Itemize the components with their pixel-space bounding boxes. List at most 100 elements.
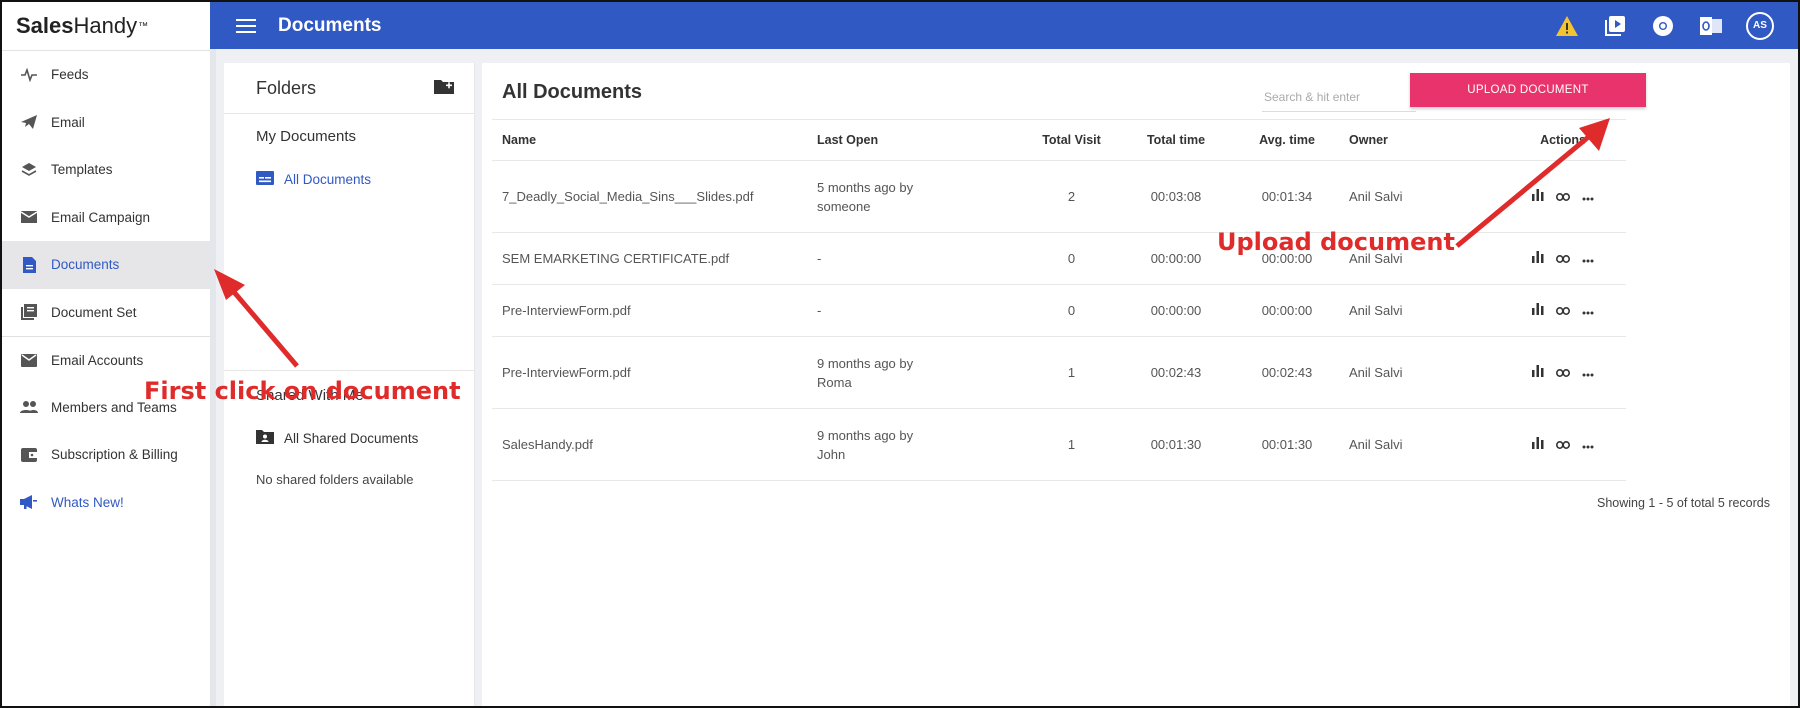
more-options-icon[interactable] [1582, 249, 1594, 268]
column-header-avg-time[interactable]: Avg. time [1237, 119, 1337, 161]
doc-avg-time: 00:01:30 [1237, 408, 1337, 481]
brand-light: Handy [73, 13, 138, 38]
hamburger-menu-icon[interactable] [236, 15, 258, 37]
doc-owner: Anil Salvi [1337, 408, 1500, 481]
page-title: Documents [278, 14, 382, 36]
sidebar: Sales Handy ™ Feeds Email Templates Email … [2, 2, 216, 706]
documents-header: All Documents UPLOAD DOCUMENT [482, 63, 1790, 119]
doc-last-open: 9 months ago by John [816, 408, 1028, 481]
sidebar-item-subscription[interactable]: Subscription & Billing [2, 431, 210, 479]
table-row[interactable]: SEM EMARKETING CERTIFICATE.pdf - 0 00:00… [492, 232, 1626, 285]
sidebar-item-templates[interactable]: Templates [2, 146, 210, 194]
sidebar-item-email[interactable]: Email [2, 99, 210, 147]
sidebar-item-documents[interactable]: Documents [2, 241, 210, 289]
annotation-upload: Upload document [1217, 228, 1455, 256]
send-icon [20, 113, 38, 131]
analytics-icon[interactable] [1532, 187, 1544, 206]
table-row[interactable]: Pre-InterviewForm.pdf - 0 00:00:00 00:00… [492, 284, 1626, 337]
doc-last-open: 9 months ago by Roma [816, 336, 1028, 409]
sidebar-item-label: Email [51, 114, 85, 130]
analytics-icon[interactable] [1532, 249, 1544, 268]
analytics-icon[interactable] [1532, 435, 1544, 454]
doc-total-time: 00:00:00 [1115, 284, 1237, 337]
doc-total-visit: 0 [1028, 232, 1115, 285]
doc-total-time: 00:03:08 [1115, 160, 1237, 233]
avatar[interactable]: AS [1746, 11, 1774, 40]
brand-logo[interactable]: Sales Handy ™ [2, 2, 210, 51]
table-header-row: Name Last Open Total Visit Total time Av… [492, 119, 1626, 161]
doc-avg-time: 00:02:43 [1237, 336, 1337, 409]
folder-label: All Documents [284, 171, 372, 187]
doc-total-visit: 2 [1028, 160, 1115, 233]
table-row[interactable]: Pre-InterviewForm.pdf 9 months ago by Rom… [492, 336, 1626, 409]
outlook-icon[interactable] [1698, 13, 1724, 39]
column-header-actions: Actions [1500, 119, 1626, 161]
analytics-icon[interactable] [1532, 363, 1544, 382]
mail-icon [20, 351, 38, 369]
divider [224, 370, 474, 371]
doc-name[interactable]: SalesHandy.pdf [492, 408, 816, 481]
link-icon[interactable] [1556, 187, 1570, 206]
folder-all-shared[interactable]: All Shared Documents [224, 417, 474, 459]
table-row[interactable]: SalesHandy.pdf 9 months ago by John 1 00:… [492, 408, 1626, 481]
link-icon[interactable] [1556, 249, 1570, 268]
top-icons: AS [1554, 2, 1774, 49]
column-header-total-visit[interactable]: Total Visit [1028, 119, 1115, 161]
new-folder-icon[interactable] [434, 78, 454, 99]
more-options-icon[interactable] [1582, 363, 1594, 382]
doc-total-time: 00:01:30 [1115, 408, 1237, 481]
sidebar-item-feeds[interactable]: Feeds [2, 51, 210, 99]
doc-avg-time: 00:01:34 [1237, 160, 1337, 233]
analytics-icon[interactable] [1532, 301, 1544, 320]
column-header-owner[interactable]: Owner [1337, 119, 1500, 161]
doc-total-visit: 0 [1028, 284, 1115, 337]
sidebar-item-whats-new[interactable]: Whats New! [2, 479, 210, 527]
upload-document-button[interactable]: UPLOAD DOCUMENT [1410, 73, 1646, 107]
search-input[interactable] [1262, 83, 1416, 112]
records-count: Showing 1 - 5 of total 5 records [1596, 496, 1770, 510]
sidebar-item-label: Subscription & Billing [51, 447, 178, 463]
folder-all-documents[interactable]: All Documents [224, 158, 474, 200]
sidebar-item-label: Email Accounts [51, 352, 144, 368]
doc-actions [1500, 284, 1626, 337]
sidebar-item-label: Documents [51, 257, 120, 273]
layers-icon [20, 161, 38, 179]
sidebar-item-label: Feeds [51, 67, 89, 83]
doc-last-open: - [816, 284, 1028, 337]
folder-label: All Shared Documents [284, 430, 419, 446]
no-shared-text: No shared folders available [256, 471, 414, 487]
documents-panel: All Documents UPLOAD DOCUMENT Name Last … [482, 63, 1790, 706]
brand-tm: ™ [138, 20, 149, 32]
column-header-last-open[interactable]: Last Open [816, 119, 1028, 161]
link-icon[interactable] [1556, 301, 1570, 320]
column-header-name[interactable]: Name [492, 119, 816, 161]
library-icon [20, 303, 38, 321]
doc-name[interactable]: Pre-InterviewForm.pdf [492, 284, 816, 337]
column-header-total-time[interactable]: Total time [1115, 119, 1237, 161]
folder-list-icon [256, 170, 274, 188]
sidebar-item-email-campaign[interactable]: Email Campaign [2, 194, 210, 242]
chrome-icon[interactable] [1650, 13, 1676, 39]
doc-name[interactable]: 7_Deadly_Social_Media_Sins___Slides.pdf [492, 160, 816, 233]
warning-icon[interactable] [1554, 13, 1580, 39]
folders-spacer [224, 200, 474, 370]
megaphone-icon [20, 493, 38, 511]
doc-name[interactable]: Pre-InterviewForm.pdf [492, 336, 816, 409]
doc-name[interactable]: SEM EMARKETING CERTIFICATE.pdf [492, 232, 816, 285]
doc-owner: Anil Salvi [1337, 284, 1500, 337]
top-bar: Documents AS [210, 2, 1798, 49]
doc-last-open: 5 months ago by someone [816, 160, 1028, 233]
sidebar-item-label: Email Campaign [51, 209, 151, 225]
sidebar-item-document-set[interactable]: Document Set [2, 289, 210, 337]
doc-total-time: 00:02:43 [1115, 336, 1237, 409]
more-options-icon[interactable] [1582, 435, 1594, 454]
table-row[interactable]: 7_Deadly_Social_Media_Sins___Slides.pdf … [492, 160, 1626, 233]
link-icon[interactable] [1556, 435, 1570, 454]
link-icon[interactable] [1556, 363, 1570, 382]
more-options-icon[interactable] [1582, 187, 1594, 206]
video-library-icon[interactable] [1602, 13, 1628, 39]
more-options-icon[interactable] [1582, 301, 1594, 320]
doc-avg-time: 00:00:00 [1237, 284, 1337, 337]
document-icon [20, 256, 38, 274]
mail-campaign-icon [20, 208, 38, 226]
